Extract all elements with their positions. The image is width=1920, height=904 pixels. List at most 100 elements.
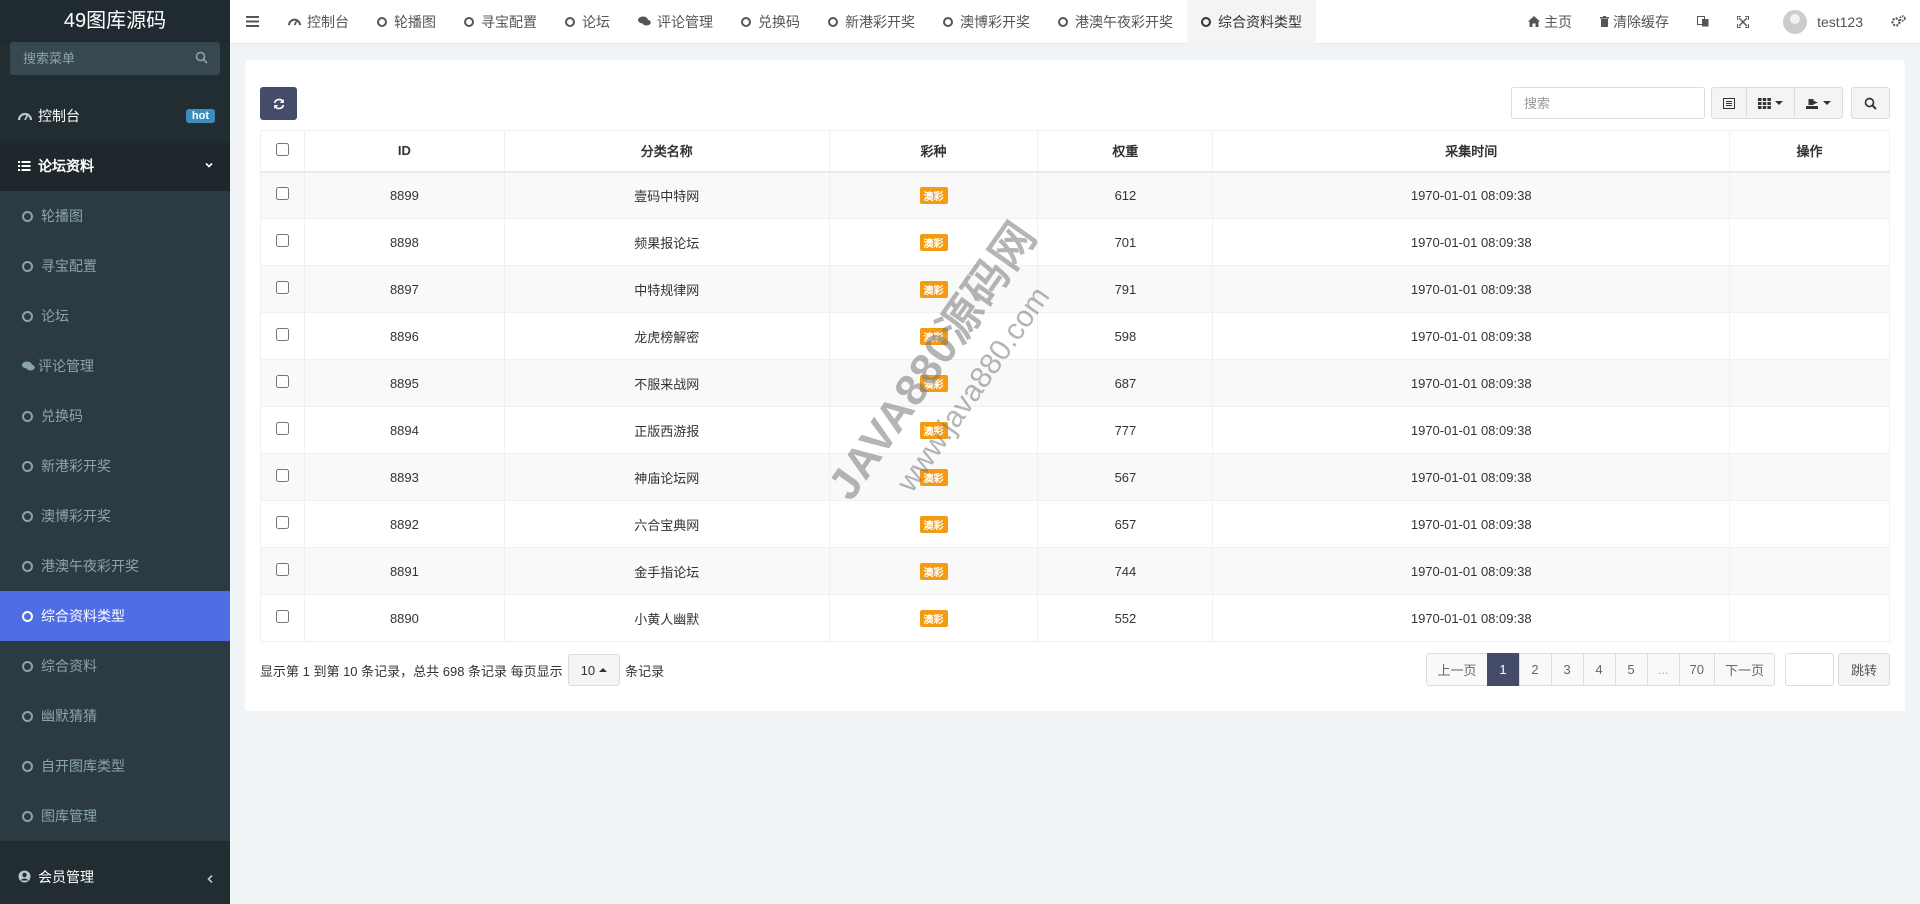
- tab-treasure[interactable]: 寻宝配置: [450, 0, 551, 44]
- row-checkbox[interactable]: [275, 328, 289, 341]
- prev-page-button[interactable]: 上一页: [1426, 653, 1488, 686]
- select-all-checkbox[interactable]: [275, 142, 289, 156]
- export-dropdown-button[interactable]: [1794, 87, 1843, 119]
- settings-button[interactable]: [1877, 0, 1920, 44]
- fullscreen-button[interactable]: [1723, 0, 1763, 44]
- table-row[interactable]: 8893 神庙论坛网 澳彩 567 1970-01-01 08:09:38: [260, 453, 1890, 501]
- jump-page-input[interactable]: [1784, 653, 1834, 686]
- page-button[interactable]: 5: [1614, 653, 1648, 686]
- column-header-weight[interactable]: 权重: [1037, 130, 1214, 173]
- sidebar-item-gallery[interactable]: 图库管理: [0, 791, 230, 841]
- sidebar-item-hk-lottery[interactable]: 新港彩开奖: [0, 441, 230, 491]
- row-checkbox[interactable]: [275, 469, 289, 482]
- cell-actions: [1729, 265, 1890, 313]
- tab-dashboard[interactable]: 控制台: [274, 0, 363, 44]
- sidebar-item-label: 寻宝配置: [41, 258, 97, 274]
- table-row[interactable]: 8899 壹码中特网 澳彩 612 1970-01-01 08:09:38: [260, 171, 1890, 219]
- sidebar-item-dashboard[interactable]: 控制台 hot: [0, 91, 230, 141]
- row-checkbox[interactable]: [275, 516, 289, 529]
- sidebar-item-carousel[interactable]: 轮播图: [0, 191, 230, 241]
- tab-label: 论坛: [582, 13, 610, 30]
- table-search-input[interactable]: [1511, 87, 1705, 119]
- jump-button[interactable]: 跳转: [1837, 653, 1890, 686]
- columns-dropdown-button[interactable]: [1746, 87, 1795, 119]
- cell-time: 1970-01-01 08:09:38: [1212, 312, 1731, 360]
- sidebar-toggle-button[interactable]: [230, 0, 274, 44]
- row-checkbox[interactable]: [275, 375, 289, 388]
- cell-time: 1970-01-01 08:09:38: [1212, 171, 1731, 219]
- circle-icon: [828, 16, 838, 27]
- cell-time: 1970-01-01 08:09:38: [1212, 265, 1731, 313]
- table-row[interactable]: 8892 六合宝典网 澳彩 657 1970-01-01 08:09:38: [260, 500, 1890, 548]
- row-select-cell: [260, 594, 305, 642]
- page-button[interactable]: 4: [1582, 653, 1616, 686]
- sidebar-item-members[interactable]: 会员管理: [0, 849, 230, 904]
- table-row[interactable]: 8894 正版西游报 澳彩 777 1970-01-01 08:09:38: [260, 406, 1890, 454]
- tab-comments[interactable]: 评论管理: [624, 0, 727, 44]
- cell-actions: [1729, 406, 1890, 454]
- toggle-view-button[interactable]: [1711, 87, 1747, 119]
- page-button[interactable]: 70: [1678, 653, 1715, 686]
- sidebar-item-humor[interactable]: 幽默猜猜: [0, 691, 230, 741]
- tab-midnight-lottery[interactable]: 港澳午夜彩开奖: [1044, 0, 1187, 44]
- cell-type: 澳彩: [828, 453, 1039, 501]
- page-button[interactable]: 3: [1550, 653, 1584, 686]
- column-header-name[interactable]: 分类名称: [503, 130, 830, 173]
- user-menu[interactable]: test123: [1763, 0, 1877, 44]
- row-checkbox[interactable]: [275, 422, 289, 435]
- row-select-cell: [260, 547, 305, 595]
- cell-type: 澳彩: [828, 359, 1039, 407]
- refresh-button[interactable]: [260, 87, 297, 120]
- lottery-type-badge: 澳彩: [919, 562, 948, 580]
- cell-actions: [1729, 359, 1890, 407]
- page-button[interactable]: 1: [1486, 653, 1520, 686]
- cell-type: 澳彩: [828, 171, 1039, 219]
- sidebar-item-info-types[interactable]: 综合资料类型: [0, 591, 230, 641]
- sidebar-item-midnight-lottery[interactable]: 港澳午夜彩开奖: [0, 541, 230, 591]
- home-link[interactable]: 主页: [1514, 0, 1586, 44]
- circle-icon: [565, 16, 575, 27]
- page-size-dropdown[interactable]: 10: [567, 654, 621, 686]
- sidebar-item-forum[interactable]: 论坛: [0, 291, 230, 341]
- sidebar-item-comments[interactable]: 评论管理: [0, 341, 230, 391]
- advanced-search-button[interactable]: [1851, 87, 1890, 119]
- sidebar-item-label: 兑换码: [41, 408, 83, 424]
- column-header-id[interactable]: ID: [303, 130, 505, 173]
- column-header-time[interactable]: 采集时间: [1212, 130, 1731, 173]
- app-logo[interactable]: 49图库源码: [0, 0, 230, 43]
- tab-carousel[interactable]: 轮播图: [363, 0, 450, 44]
- clear-cache-button[interactable]: 清除缓存: [1586, 0, 1683, 44]
- row-checkbox[interactable]: [275, 234, 289, 247]
- tab-hk-lottery[interactable]: 新港彩开奖: [814, 0, 929, 44]
- tab-info-types[interactable]: 综合资料类型: [1187, 0, 1316, 44]
- table-row[interactable]: 8898 频果报论坛 澳彩 701 1970-01-01 08:09:38: [260, 218, 1890, 266]
- search-icon[interactable]: [195, 51, 208, 67]
- row-checkbox[interactable]: [275, 281, 289, 294]
- circle-icon: [1201, 16, 1211, 27]
- row-checkbox[interactable]: [275, 563, 289, 576]
- table-row[interactable]: 8890 小黄人幽默 澳彩 552 1970-01-01 08:09:38: [260, 594, 1890, 642]
- sidebar-group-forum[interactable]: 论坛资料: [0, 141, 230, 191]
- cell-time: 1970-01-01 08:09:38: [1212, 500, 1731, 548]
- sidebar-item-gallery-types[interactable]: 自开图库类型: [0, 741, 230, 791]
- tab-macau-lottery[interactable]: 澳博彩开奖: [929, 0, 1044, 44]
- menu-search-input[interactable]: [10, 42, 220, 75]
- row-select-cell: [260, 406, 305, 454]
- table-row[interactable]: 8891 金手指论坛 澳彩 744 1970-01-01 08:09:38: [260, 547, 1890, 595]
- table-row[interactable]: 8897 中特规律网 澳彩 791 1970-01-01 08:09:38: [260, 265, 1890, 313]
- column-header-type[interactable]: 彩种: [828, 130, 1039, 173]
- table-row[interactable]: 8895 不服来战网 澳彩 687 1970-01-01 08:09:38: [260, 359, 1890, 407]
- cell-weight: 567: [1037, 453, 1214, 501]
- language-button[interactable]: [1683, 0, 1723, 44]
- next-page-button[interactable]: 下一页: [1713, 653, 1775, 686]
- sidebar-item-redeem[interactable]: 兑换码: [0, 391, 230, 441]
- sidebar-item-macau-lottery[interactable]: 澳博彩开奖: [0, 491, 230, 541]
- sidebar-item-info[interactable]: 综合资料: [0, 641, 230, 691]
- tab-forum[interactable]: 论坛: [551, 0, 624, 44]
- page-button[interactable]: 2: [1518, 653, 1552, 686]
- tab-redeem[interactable]: 兑换码: [727, 0, 814, 44]
- row-checkbox[interactable]: [275, 610, 289, 623]
- sidebar-item-treasure[interactable]: 寻宝配置: [0, 241, 230, 291]
- table-row[interactable]: 8896 龙虎榜解密 澳彩 598 1970-01-01 08:09:38: [260, 312, 1890, 360]
- row-checkbox[interactable]: [275, 187, 289, 201]
